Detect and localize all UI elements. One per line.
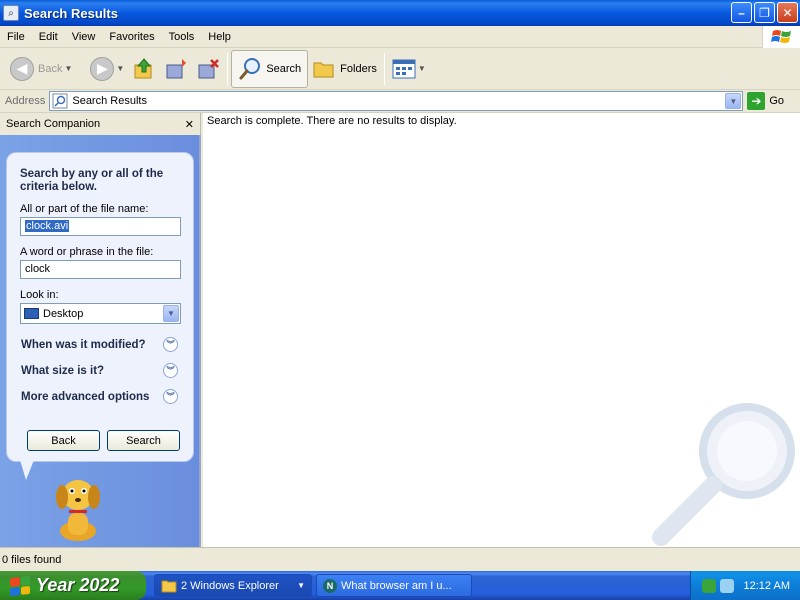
task-browser[interactable]: N What browser am I u... xyxy=(316,574,472,597)
views-button[interactable]: ▼ xyxy=(388,51,430,87)
window-controls: – ❐ ✕ xyxy=(731,2,798,23)
address-value: Search Results xyxy=(72,95,147,107)
option-advanced[interactable]: More advanced options ︾ xyxy=(21,389,178,404)
netscape-icon: N xyxy=(323,578,337,593)
folder-icon xyxy=(161,580,177,592)
filename-input[interactable]: clock.avi xyxy=(20,217,181,236)
windows-logo-icon xyxy=(762,26,800,48)
results-pane: Search is complete. There are no results… xyxy=(203,113,800,547)
address-dropdown-icon[interactable]: ▼ xyxy=(725,93,742,109)
back-button[interactable]: ◀ Back ▼ xyxy=(6,51,76,87)
menu-tools[interactable]: Tools xyxy=(162,31,202,43)
chevron-down-icon[interactable]: ▼ xyxy=(418,64,426,73)
expand-chevron-icon[interactable]: ︾ xyxy=(163,337,178,352)
criteria-heading: Search by any or all of the criteria bel… xyxy=(20,168,164,193)
search-companion-title: Search Companion xyxy=(6,118,101,130)
back-icon: ◀ xyxy=(10,56,34,81)
chevron-down-icon[interactable]: ▼ xyxy=(297,581,305,590)
taskbar: Year 2022 2 Windows Explorer ▼ N What br… xyxy=(0,571,800,600)
search-toggle-button[interactable]: Search xyxy=(231,49,309,88)
phrase-label: A word or phrase in the file: xyxy=(20,246,154,258)
chevron-down-icon[interactable]: ▼ xyxy=(64,64,72,73)
window-title: Search Results xyxy=(24,5,118,21)
folders-button[interactable]: Folders xyxy=(308,51,381,87)
menu-bar: File Edit View Favorites Tools Help xyxy=(0,26,800,48)
start-button[interactable]: Year 2022 xyxy=(0,571,146,600)
option-modified[interactable]: When was it modified? ︾ xyxy=(21,337,178,352)
close-button[interactable]: ✕ xyxy=(777,2,798,23)
search-criteria-panel: Search by any or all of the criteria bel… xyxy=(6,152,194,462)
search-window-icon: ⌕ xyxy=(3,5,19,21)
folders-icon xyxy=(313,62,334,77)
filename-value: clock.avi xyxy=(25,220,70,232)
address-field[interactable]: Search Results ▼ xyxy=(49,91,744,111)
toolbar-separator xyxy=(383,52,385,85)
maximize-button[interactable]: ❐ xyxy=(754,2,775,23)
status-bar: 0 files found xyxy=(0,547,800,571)
windows-flag-icon xyxy=(10,575,30,596)
back-button-companion[interactable]: Back xyxy=(27,430,100,451)
network-icon[interactable] xyxy=(701,578,716,593)
menu-favorites[interactable]: Favorites xyxy=(102,31,161,43)
lookin-select[interactable]: Desktop ▼ xyxy=(20,303,181,324)
clock: 12:12 AM xyxy=(743,579,790,592)
search-button[interactable]: Search xyxy=(107,430,180,451)
results-message: Search is complete. There are no results… xyxy=(207,115,457,127)
up-folder-icon xyxy=(134,57,152,78)
move-to-icon xyxy=(166,58,187,78)
delete-icon xyxy=(198,58,220,78)
status-text: 0 files found xyxy=(2,553,62,566)
menu-edit[interactable]: Edit xyxy=(32,31,65,43)
title-bar: ⌕ Search Results – ❐ ✕ xyxy=(0,0,800,26)
expand-chevron-icon[interactable]: ︾ xyxy=(163,363,178,378)
search-icon xyxy=(239,57,261,79)
search-page-icon xyxy=(52,93,68,109)
forward-button[interactable]: ▶ ▼ xyxy=(86,51,128,87)
lookin-label: Look in: xyxy=(20,289,59,301)
desktop-icon xyxy=(24,308,39,319)
task-windows-explorer[interactable]: 2 Windows Explorer ▼ xyxy=(154,574,312,597)
chevron-down-icon[interactable]: ▼ xyxy=(163,305,179,322)
go-button[interactable]: ➔ Go xyxy=(747,92,784,110)
phrase-value: clock xyxy=(25,263,51,275)
option-size[interactable]: What size is it? ︾ xyxy=(21,363,178,378)
toolbar-separator xyxy=(227,52,229,85)
close-icon[interactable]: ✕ xyxy=(185,118,194,131)
volume-icon[interactable] xyxy=(719,578,734,593)
phrase-input[interactable]: clock xyxy=(20,260,181,279)
search-companion-pane: Search by any or all of the criteria bel… xyxy=(0,135,201,547)
views-icon xyxy=(392,59,416,78)
magnifier-icon xyxy=(652,403,795,546)
address-label: Address xyxy=(5,95,46,107)
filename-label: All or part of the file name: xyxy=(20,203,149,215)
dog-icon xyxy=(56,480,100,541)
address-bar: Address Search Results ▼ ➔ Go xyxy=(0,90,800,113)
menu-help[interactable]: Help xyxy=(201,31,238,43)
search-companion-header: Search Companion ✕ xyxy=(0,113,201,135)
menu-view[interactable]: View xyxy=(65,31,103,43)
up-button[interactable] xyxy=(128,51,160,87)
expand-chevron-icon[interactable]: ︾ xyxy=(163,389,178,404)
forward-icon: ▶ xyxy=(90,56,115,81)
bubble-tail xyxy=(20,460,34,480)
menu-file[interactable]: File xyxy=(0,31,32,43)
move-to-button[interactable] xyxy=(160,51,192,87)
lookin-value: Desktop xyxy=(43,307,84,320)
go-icon: ➔ xyxy=(747,92,766,110)
chevron-down-icon[interactable]: ▼ xyxy=(116,64,124,73)
minimize-button[interactable]: – xyxy=(731,2,752,23)
system-tray: 12:12 AM xyxy=(690,571,800,600)
delete-button[interactable] xyxy=(192,51,224,87)
toolbar: ◀ Back ▼ ▶ ▼ Search Folders ▼ xyxy=(0,48,800,90)
